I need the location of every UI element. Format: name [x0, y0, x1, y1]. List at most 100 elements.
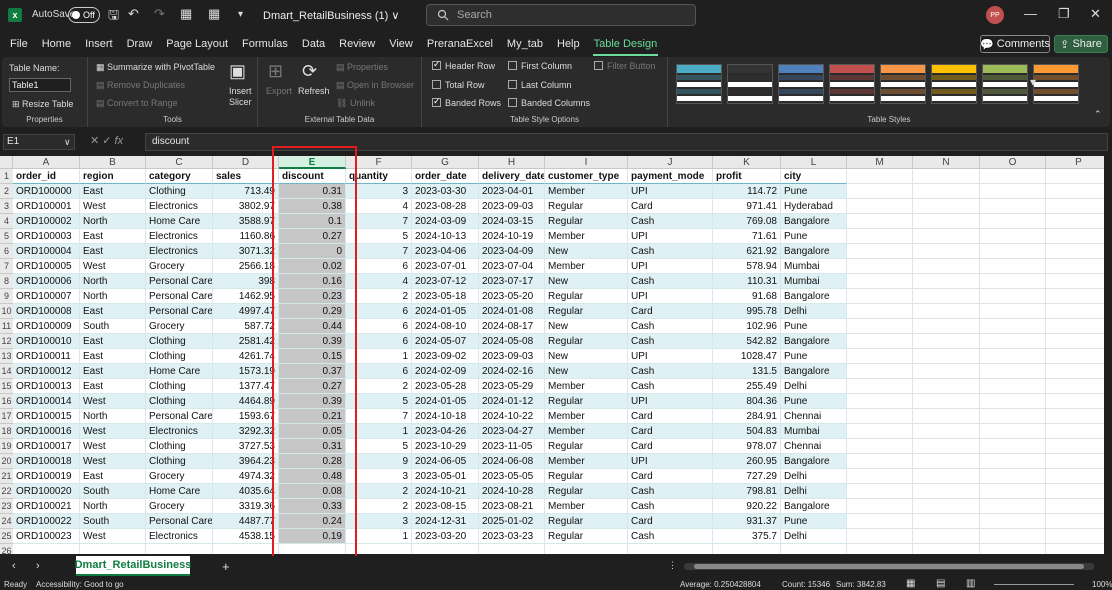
table-cell[interactable]: Delhi	[781, 469, 847, 484]
table-cell[interactable]: 6	[346, 259, 412, 274]
table-cell[interactable]: ORD100003	[13, 229, 80, 244]
table-cell[interactable]: 2024-05-08	[479, 334, 545, 349]
table-cell[interactable]: North	[80, 274, 146, 289]
table-cell[interactable]: 2023-04-27	[479, 424, 545, 439]
select-all-corner[interactable]	[0, 156, 13, 169]
table-cell[interactable]: 4538.15	[213, 529, 279, 544]
menu-item-insert[interactable]: Insert	[78, 34, 120, 56]
table-cell[interactable]: Pune	[781, 229, 847, 244]
table-cell[interactable]: 920.22	[713, 499, 781, 514]
restore-icon[interactable]: ❐	[1058, 6, 1070, 22]
table-cell[interactable]: ORD100015	[13, 409, 80, 424]
empty-cell[interactable]	[980, 484, 1046, 499]
table-cell[interactable]: Bangalore	[781, 499, 847, 514]
empty-cell[interactable]	[479, 544, 545, 554]
table-cell[interactable]: ORD100009	[13, 319, 80, 334]
table-cell[interactable]: Member	[545, 454, 628, 469]
table-cell[interactable]: 0.37	[279, 364, 346, 379]
menu-item-preranaexcel[interactable]: PreranaExcel	[420, 34, 500, 56]
formula-input[interactable]: discount	[145, 133, 1108, 151]
empty-cell[interactable]	[1046, 544, 1104, 554]
table-cell[interactable]: 2024-03-09	[412, 214, 479, 229]
table-cell[interactable]: 0.24	[279, 514, 346, 529]
row-header[interactable]: 15	[0, 379, 13, 394]
table-cell[interactable]: Pune	[781, 394, 847, 409]
header-row-checkbox[interactable]: Header Row	[432, 59, 495, 71]
table-name-input[interactable]: Table1	[9, 78, 71, 92]
table-cell[interactable]: Electronics	[146, 529, 213, 544]
table-cell[interactable]: Card	[628, 469, 713, 484]
table-cell[interactable]: 931.37	[713, 514, 781, 529]
table-cell[interactable]: 131.5	[713, 364, 781, 379]
table-cell[interactable]: 2023-07-01	[412, 259, 479, 274]
table-cell[interactable]: Electronics	[146, 244, 213, 259]
search-box[interactable]: Search	[426, 4, 696, 26]
table-cell[interactable]: 3802.97	[213, 199, 279, 214]
empty-cell[interactable]	[980, 199, 1046, 214]
empty-cell[interactable]	[980, 349, 1046, 364]
table-cell[interactable]: 2	[346, 289, 412, 304]
table-cell[interactable]: 2	[346, 379, 412, 394]
table-cell[interactable]: 2023-07-04	[479, 259, 545, 274]
table-cell[interactable]: Grocery	[146, 499, 213, 514]
empty-cell[interactable]	[980, 454, 1046, 469]
table-cell[interactable]: Member	[545, 229, 628, 244]
table-cell[interactable]: 7	[346, 214, 412, 229]
row-header[interactable]: 25	[0, 529, 13, 544]
table-style-swatch[interactable]	[778, 64, 824, 104]
remove-duplicates-button[interactable]: ▤ Remove Duplicates	[96, 80, 185, 91]
table-cell[interactable]: Hyderabad	[781, 199, 847, 214]
prev-sheet-icon[interactable]: ‹	[12, 560, 16, 572]
empty-cell[interactable]	[847, 199, 913, 214]
table-cell[interactable]: Personal Care	[146, 409, 213, 424]
table-cell[interactable]: 284.91	[713, 409, 781, 424]
row-header[interactable]: 2	[0, 184, 13, 199]
table-cell[interactable]: West	[80, 199, 146, 214]
table-cell[interactable]: Regular	[545, 199, 628, 214]
table-cell[interactable]: 2024-10-19	[479, 229, 545, 244]
table-cell[interactable]: 0.27	[279, 379, 346, 394]
table-cell[interactable]: 114.72	[713, 184, 781, 199]
table-cell[interactable]: 2024-01-08	[479, 304, 545, 319]
avatar[interactable]: PP	[986, 6, 1004, 24]
table-cell[interactable]: Regular	[545, 289, 628, 304]
table-cell[interactable]: 769.08	[713, 214, 781, 229]
table-cell[interactable]: North	[80, 214, 146, 229]
empty-cell[interactable]	[1046, 349, 1104, 364]
insert-slicer-button[interactable]: Insert	[229, 86, 252, 96]
table-cell[interactable]: 2025-01-02	[479, 514, 545, 529]
redo-icon[interactable]: ↷	[154, 6, 165, 22]
table-cell[interactable]: Home Care	[146, 484, 213, 499]
table-cell[interactable]: Regular	[545, 484, 628, 499]
table-cell[interactable]: Electronics	[146, 199, 213, 214]
table-cell[interactable]: ORD100007	[13, 289, 80, 304]
table-cell[interactable]: 0.08	[279, 484, 346, 499]
row-header[interactable]: 26	[0, 544, 13, 554]
row-header[interactable]: 10	[0, 304, 13, 319]
table-header-cell[interactable]: category	[146, 169, 213, 184]
empty-cell[interactable]	[847, 379, 913, 394]
empty-cell[interactable]	[980, 304, 1046, 319]
convert-to-range-button[interactable]: ▤ Convert to Range	[96, 98, 178, 109]
table-cell[interactable]: West	[80, 424, 146, 439]
table-cell[interactable]: Electronics	[146, 229, 213, 244]
table-cell[interactable]: 2024-05-07	[412, 334, 479, 349]
menu-item-formulas[interactable]: Formulas	[235, 34, 295, 56]
table-cell[interactable]: West	[80, 529, 146, 544]
table-cell[interactable]: Grocery	[146, 319, 213, 334]
table-cell[interactable]: 0.16	[279, 274, 346, 289]
table-cell[interactable]: East	[80, 364, 146, 379]
table-cell[interactable]: 4464.89	[213, 394, 279, 409]
table-cell[interactable]: 2023-05-28	[412, 379, 479, 394]
table-cell[interactable]: Mumbai	[781, 424, 847, 439]
table-cell[interactable]: 3	[346, 184, 412, 199]
resize-table-button[interactable]: ⊞ Resize Table	[12, 99, 73, 110]
table-cell[interactable]: 578.94	[713, 259, 781, 274]
table-cell[interactable]: Home Care	[146, 364, 213, 379]
table-cell[interactable]: West	[80, 439, 146, 454]
table-cell[interactable]: Member	[545, 409, 628, 424]
table-cell[interactable]: Bangalore	[781, 214, 847, 229]
table-cell[interactable]: East	[80, 349, 146, 364]
table-cell[interactable]: Mumbai	[781, 259, 847, 274]
first-column-checkbox[interactable]: First Column	[508, 61, 572, 71]
